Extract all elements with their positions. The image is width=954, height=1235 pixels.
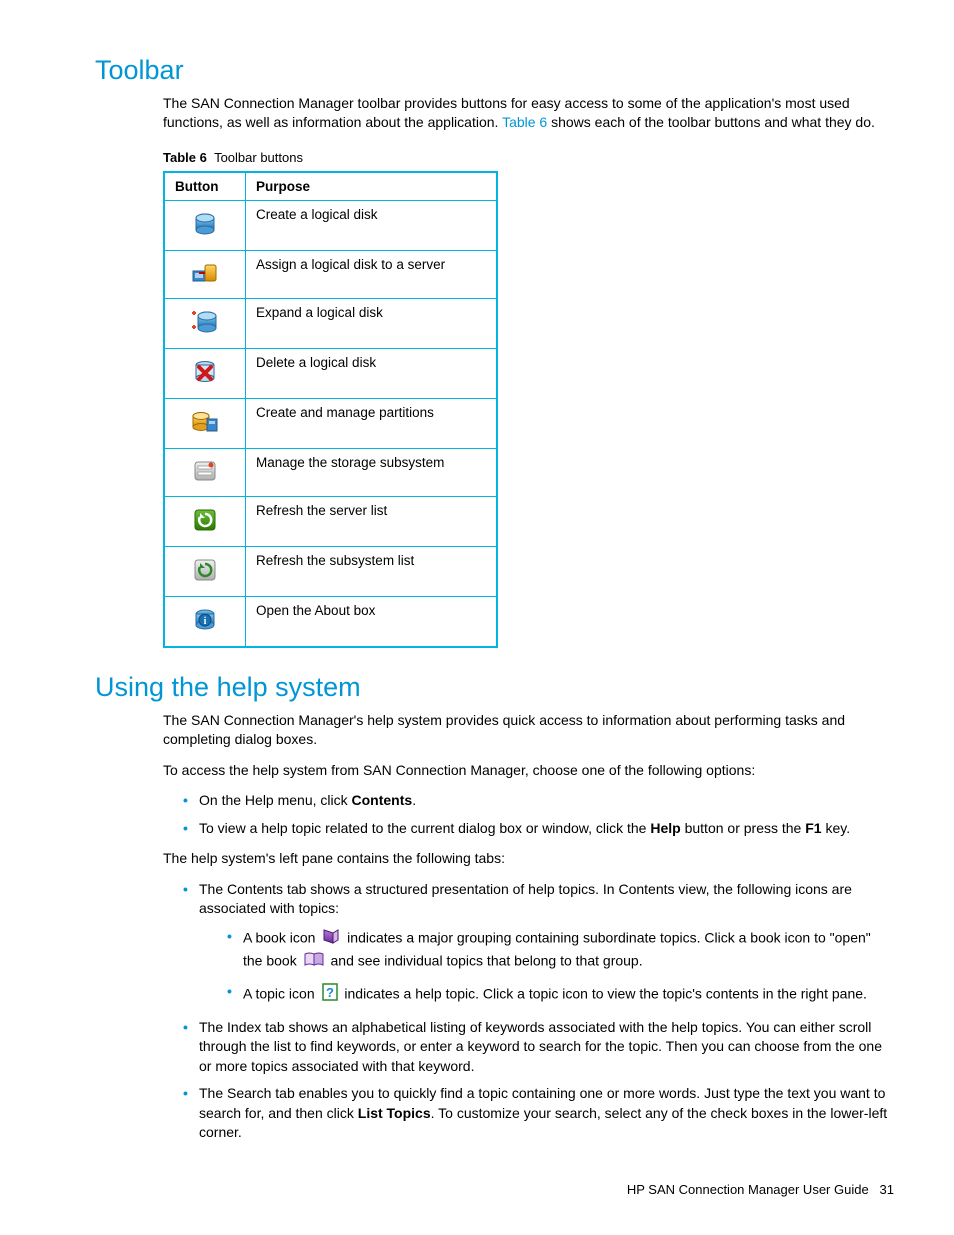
footer-title: HP SAN Connection Manager User Guide xyxy=(627,1182,869,1197)
book-closed-icon xyxy=(321,927,341,951)
table-row: Create and manage partitions xyxy=(164,398,497,448)
list-item: The Index tab shows an alphabetical list… xyxy=(183,1018,894,1077)
text: button or press the xyxy=(681,820,806,836)
manage-storage-icon xyxy=(192,471,218,486)
text: A book icon xyxy=(243,929,319,945)
bold: F1 xyxy=(805,820,821,836)
purpose: Assign a logical disk to a server xyxy=(246,250,498,298)
text: A topic icon xyxy=(243,985,319,1001)
text: To view a help topic related to the curr… xyxy=(199,820,650,836)
caption-text: Toolbar buttons xyxy=(214,150,303,165)
text: key. xyxy=(822,820,851,836)
topic-icon: ? xyxy=(321,982,339,1008)
create-disk-icon xyxy=(192,225,218,240)
table-row: Manage the storage subsystem xyxy=(164,448,497,496)
xref-table6[interactable]: Table 6 xyxy=(502,114,547,130)
table-row: Refresh the subsystem list xyxy=(164,546,497,596)
help-p1: The SAN Connection Manager's help system… xyxy=(95,711,894,749)
about-icon: i xyxy=(192,621,218,636)
text: indicates a help topic. Click a topic ic… xyxy=(344,985,867,1001)
text: On the Help menu, click xyxy=(199,792,352,808)
table-row: Create a logical disk xyxy=(164,200,497,250)
list-item: The Contents tab shows a structured pres… xyxy=(183,880,894,1008)
assign-disk-icon xyxy=(191,273,219,288)
list-item: A topic icon ? indicates a help topic. C… xyxy=(227,982,894,1008)
purpose: Refresh the server list xyxy=(246,496,498,546)
table-row: Delete a logical disk xyxy=(164,348,497,398)
table-row: i Open the About box xyxy=(164,596,497,647)
list-item: A book icon indicates a major grouping c… xyxy=(227,927,894,974)
text: The Contents tab shows a structured pres… xyxy=(199,881,852,917)
list-item: On the Help menu, click Contents. xyxy=(183,791,894,811)
delete-disk-icon xyxy=(192,373,218,388)
caption-label: Table 6 xyxy=(163,150,207,165)
table-row: Refresh the server list xyxy=(164,496,497,546)
text: and see individual topics that belong to… xyxy=(331,953,643,969)
help-p3: The help system's left pane contains the… xyxy=(95,849,894,868)
list-item: To view a help topic related to the curr… xyxy=(183,819,894,839)
partitions-icon xyxy=(191,423,219,438)
purpose: Open the About box xyxy=(246,596,498,647)
table-row: Assign a logical disk to a server xyxy=(164,250,497,298)
bold: List Topics xyxy=(358,1105,431,1121)
footer-page: 31 xyxy=(880,1182,894,1197)
text: shows each of the toolbar buttons and wh… xyxy=(547,114,875,130)
col-button: Button xyxy=(164,172,246,201)
purpose: Delete a logical disk xyxy=(246,348,498,398)
table-row: Expand a logical disk xyxy=(164,298,497,348)
svg-text:i: i xyxy=(204,616,207,627)
toolbar-intro: The SAN Connection Manager toolbar provi… xyxy=(95,94,894,132)
refresh-server-icon xyxy=(192,521,218,536)
purpose: Expand a logical disk xyxy=(246,298,498,348)
refresh-subsystem-icon xyxy=(192,571,218,586)
heading-toolbar: Toolbar xyxy=(95,55,894,86)
expand-disk-icon xyxy=(190,323,220,338)
purpose: Create a logical disk xyxy=(246,200,498,250)
col-purpose: Purpose xyxy=(246,172,498,201)
heading-help: Using the help system xyxy=(95,672,894,703)
help-p2: To access the help system from SAN Conne… xyxy=(95,761,894,780)
list-item: The Search tab enables you to quickly fi… xyxy=(183,1084,894,1143)
bold: Help xyxy=(650,820,680,836)
purpose: Manage the storage subsystem xyxy=(246,448,498,496)
toolbar-buttons-table: Button Purpose Create a logical disk Ass… xyxy=(163,171,498,648)
table-caption: Table 6 Toolbar buttons xyxy=(95,150,894,165)
purpose: Refresh the subsystem list xyxy=(246,546,498,596)
purpose: Create and manage partitions xyxy=(246,398,498,448)
text: . xyxy=(412,792,416,808)
page-footer: HP SAN Connection Manager User Guide 31 xyxy=(627,1182,894,1197)
svg-text:?: ? xyxy=(326,985,334,1000)
book-open-icon xyxy=(303,950,325,974)
bold: Contents xyxy=(352,792,413,808)
